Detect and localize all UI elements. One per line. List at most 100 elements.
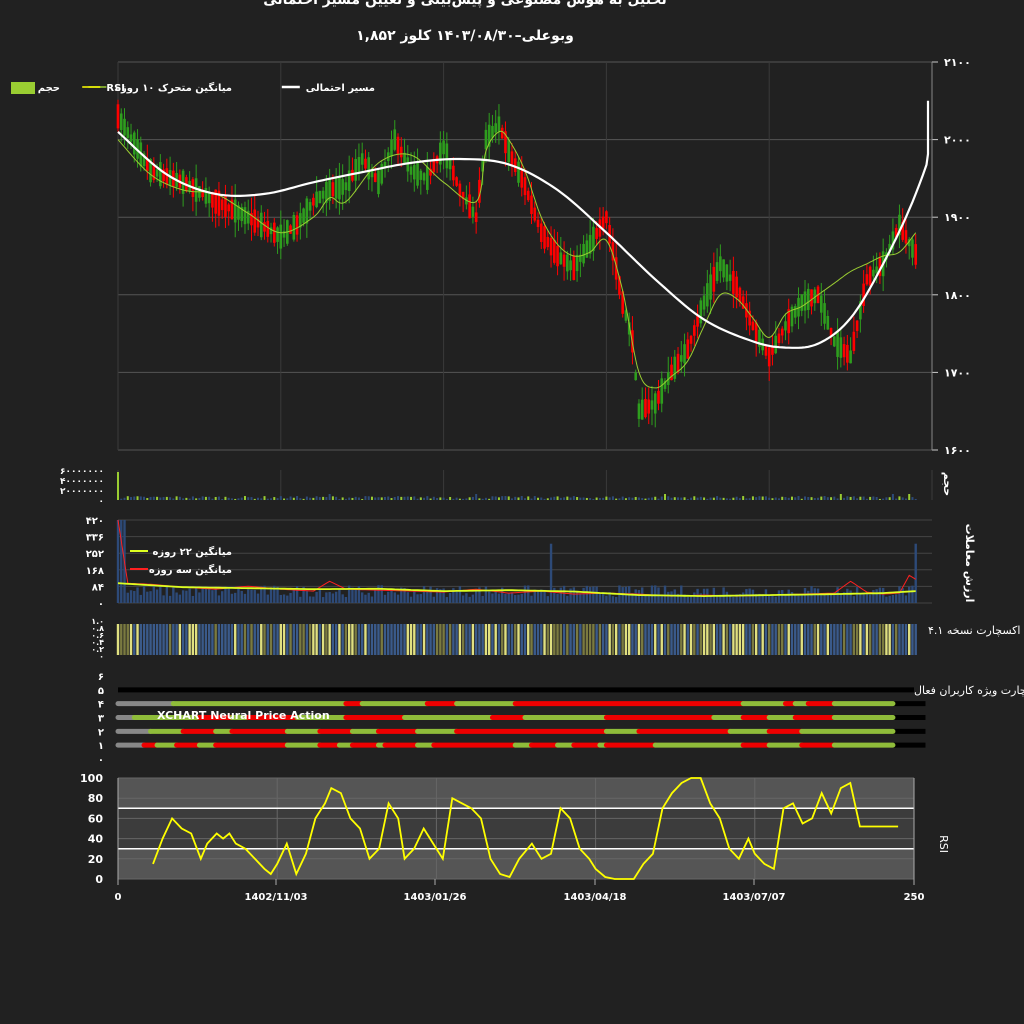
volume-bar [813, 498, 816, 500]
volume-bar [462, 498, 465, 500]
value-bar [341, 594, 344, 603]
rsi-tick-label: 80 [88, 792, 104, 805]
candle-body [696, 315, 699, 327]
volume-bar [673, 497, 676, 500]
value-bar [282, 594, 286, 603]
smart-money-bar [631, 624, 634, 655]
candle-body [165, 168, 169, 185]
volume-bar [725, 498, 728, 500]
volume-bar [211, 498, 214, 500]
candle-body [422, 173, 426, 181]
volume-bar [234, 498, 237, 500]
volume-bar [117, 472, 119, 500]
volume-bar [344, 498, 347, 500]
smart-money-bar [559, 624, 563, 655]
candle-body [810, 289, 813, 307]
smart-money-bar [585, 624, 589, 655]
candle-body [725, 264, 729, 282]
value-bar [562, 585, 566, 603]
candle-body [126, 127, 130, 139]
smart-money-bar [181, 624, 185, 655]
smart-money-bar [868, 624, 872, 655]
candle-body [868, 266, 872, 286]
candle-body [819, 295, 823, 313]
volume-bar [706, 498, 709, 500]
candle-body [354, 158, 357, 181]
volume-bar [393, 496, 396, 500]
value-bar [416, 594, 419, 603]
smart-money-bar [667, 624, 670, 655]
smart-money-bar [650, 624, 654, 655]
smart-money-bar [820, 624, 823, 655]
smart-money-bar [289, 624, 292, 655]
volume-bar [664, 494, 667, 500]
value-bar [286, 595, 289, 603]
smart-money-bar [234, 624, 237, 655]
candle-body [380, 163, 384, 184]
candle-body [605, 211, 608, 224]
volume-bar [380, 497, 383, 500]
volume-bar [162, 497, 165, 500]
smart-money-bar [663, 624, 667, 655]
volume-bar [823, 496, 826, 500]
smart-money-bar [693, 624, 696, 655]
volume-bar [787, 497, 790, 500]
volume-bar [494, 496, 497, 500]
volume-bar [849, 496, 852, 500]
candle-body [331, 182, 335, 197]
smart-money-bar [771, 624, 774, 655]
smart-money-bar [383, 624, 387, 655]
volume-bar [709, 497, 712, 500]
volume-bar [852, 496, 855, 500]
smart-money-bar [419, 624, 423, 655]
smart-money-bar [168, 624, 172, 655]
volume-bar [914, 498, 917, 500]
volume-bar [224, 496, 227, 500]
value-bar [741, 592, 745, 603]
candle-body [569, 260, 572, 271]
smart-money-bar [282, 624, 286, 655]
candle-body [279, 224, 283, 249]
smart-money-bar [474, 624, 478, 655]
smart-money-bar [461, 624, 465, 655]
smart-money-bar [172, 624, 175, 655]
legend-label: حجم [38, 83, 60, 94]
volume-bar [846, 496, 849, 500]
candle-body [803, 291, 807, 311]
smart-money-bar [728, 624, 732, 655]
candle-body [360, 153, 364, 165]
volume-bar [647, 497, 650, 500]
volume-bar [159, 497, 162, 500]
volume-bar [133, 496, 136, 500]
candle-body [566, 254, 569, 272]
value-bar [139, 594, 142, 603]
value-bar [250, 589, 253, 603]
smart-money-bar [862, 624, 865, 655]
smart-money-bar [829, 624, 833, 655]
candle-body [367, 157, 371, 180]
smart-money-bar [800, 624, 803, 655]
value-bar [142, 586, 146, 603]
candle-body [676, 353, 680, 373]
price-tick-label: ۱۷۰۰ [944, 366, 971, 379]
value-bar [546, 596, 549, 603]
smart-money-bar [842, 624, 846, 655]
volume-bar [445, 498, 448, 500]
value-bar [396, 594, 400, 603]
smart-money-bar [901, 624, 904, 655]
value-bar [875, 589, 878, 603]
candle-body [546, 236, 550, 248]
value-bar [813, 588, 816, 603]
smart-money-bar [732, 624, 735, 655]
smart-money-bar [894, 624, 898, 655]
smart-money-bar [579, 624, 582, 655]
volume-bar [911, 497, 914, 500]
candle-body [693, 325, 696, 336]
value-bar [588, 587, 592, 603]
volume-bar [426, 496, 429, 500]
smart-money-bar [247, 624, 250, 655]
candle-body [679, 355, 683, 362]
value-bar [846, 588, 849, 603]
value-bar [149, 591, 152, 603]
rsi-x-tick-label: 0 [115, 892, 122, 903]
